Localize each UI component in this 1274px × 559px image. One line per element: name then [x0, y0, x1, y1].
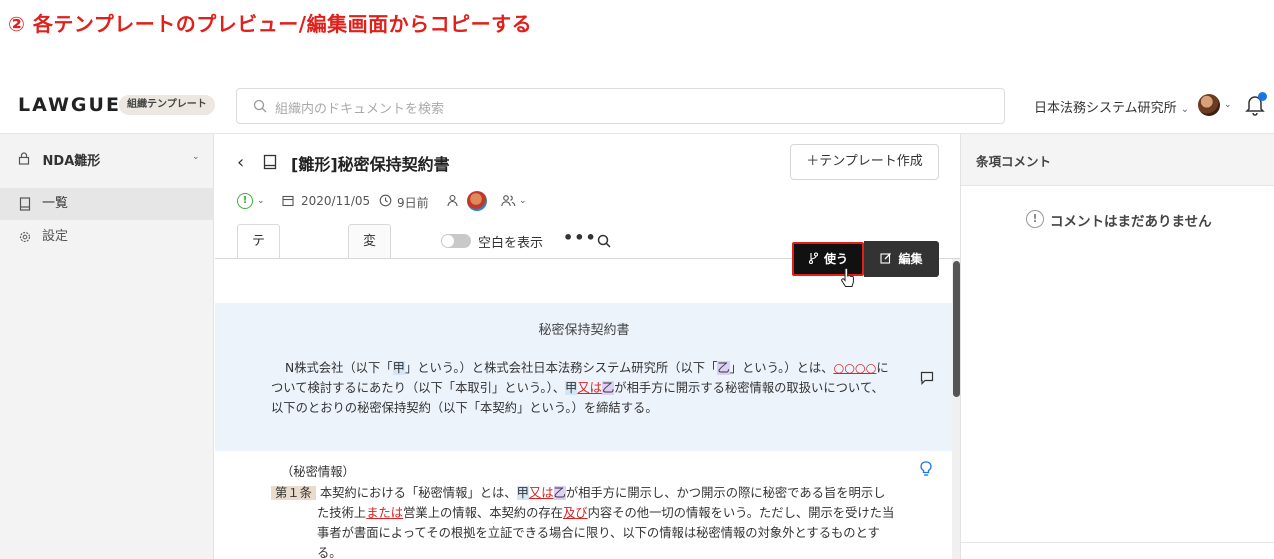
- document-main: ‹ [雛形]秘密保持契約書 ＋テンプレート作成 ! ⌄ 2020/11/05 9…: [215, 134, 960, 559]
- sidebar-item-list[interactable]: 一覧: [0, 188, 214, 220]
- sidebar-item-settings[interactable]: 設定: [0, 221, 214, 253]
- blank-placeholder: ○○○○: [833, 361, 877, 375]
- document-scrollbar[interactable]: [952, 259, 960, 559]
- top-bar: LAWGUE 組織テンプレート 組織内のドキュメントを検索 日本法務システム研究…: [0, 78, 1274, 134]
- more-icon[interactable]: •••: [563, 228, 597, 247]
- article-caption: （秘密情報）: [281, 465, 355, 479]
- preamble-text: N株式会社（以下「: [285, 361, 393, 375]
- sidebar: NDA雛形 ⌄ 一覧 設定: [0, 134, 214, 559]
- chevron-down-icon[interactable]: ⌄: [257, 196, 265, 206]
- preamble-text: 」という。）と株式会社日本法務システム研究所（以下「: [404, 361, 718, 375]
- conjunction-term: 及び: [562, 506, 588, 520]
- status-icon[interactable]: !: [237, 193, 253, 209]
- project-selector[interactable]: NDA雛形: [18, 150, 100, 169]
- scrollbar-thumb[interactable]: [953, 261, 960, 397]
- users-icon[interactable]: [501, 194, 516, 207]
- party-a-term: 甲: [516, 486, 529, 500]
- document-heading: 秘密保持契約書: [538, 323, 630, 338]
- chevron-down-icon[interactable]: ⌄: [519, 196, 527, 206]
- clause-comments-panel: 条項コメント ! コメントはまだありません: [960, 134, 1274, 559]
- comment-icon[interactable]: [920, 371, 934, 385]
- party-a-term: 甲: [565, 381, 578, 395]
- empty-comments-message: コメントはまだありません: [1050, 214, 1212, 230]
- use-button-label: 使う: [823, 252, 848, 266]
- calendar-icon: [282, 195, 294, 207]
- chevron-down-icon[interactable]: ⌄: [192, 152, 200, 162]
- panel-divider: [961, 542, 1274, 543]
- party-b-term: 乙: [601, 381, 615, 395]
- article-text: 営業上の情報、本契約の存在: [403, 506, 563, 520]
- tab-template[interactable]: テンプレート: [237, 224, 281, 414]
- instruction-caption: ② 各テンプレートのプレビュー/編集画面からコピーする: [8, 12, 533, 36]
- article-text: 本契約における「秘密情報」とは、: [319, 486, 517, 500]
- org-name: 日本法務システム研究所: [1034, 101, 1177, 116]
- project-name: NDA雛形: [42, 154, 101, 169]
- party-a-term: 甲: [392, 361, 405, 375]
- conjunction-term: 又は: [528, 486, 554, 500]
- comments-header: 条項コメント: [961, 134, 1274, 186]
- article-number: 第１条: [271, 486, 316, 500]
- info-icon: !: [1026, 210, 1044, 228]
- article-1-clause[interactable]: 第１条 本契約における「秘密情報」とは、甲又は乙が相手方に開示し、かつ開示の際に…: [271, 483, 896, 559]
- party-b-term: 乙: [553, 486, 566, 500]
- edit-button[interactable]: 編集: [864, 241, 939, 277]
- user-avatar[interactable]: [1198, 94, 1220, 116]
- lock-icon: [18, 152, 30, 165]
- branch-icon: [808, 252, 819, 265]
- sidebar-item-label: 一覧: [42, 196, 69, 211]
- chevron-down-icon[interactable]: ⌄: [1224, 100, 1232, 110]
- create-template-button[interactable]: ＋テンプレート作成: [790, 144, 939, 180]
- clock-icon: [379, 194, 392, 207]
- comments-title: 条項コメント: [976, 154, 1052, 169]
- preamble-clause[interactable]: N株式会社（以下「甲」という。）と株式会社日本法務システム研究所（以下「乙」とい…: [271, 358, 896, 418]
- owner-avatar[interactable]: [467, 191, 487, 211]
- gear-icon: [19, 231, 31, 243]
- updated-relative: 9日前: [397, 196, 429, 210]
- tab-history[interactable]: 変更履歴: [348, 224, 392, 348]
- show-blank-toggle[interactable]: [441, 234, 471, 248]
- show-blank-label: 空白を表示: [478, 236, 544, 251]
- created-date: 2020/11/05: [301, 194, 371, 208]
- party-b-term: 乙: [717, 361, 730, 375]
- edit-button-label: 編集: [898, 252, 923, 266]
- back-button[interactable]: ‹: [237, 152, 244, 173]
- conjunction-term: 又は: [577, 381, 602, 395]
- document-icon: [263, 154, 277, 170]
- app-logo[interactable]: LAWGUE: [18, 94, 121, 116]
- search-icon[interactable]: [597, 234, 611, 248]
- conjunction-term: または: [366, 506, 404, 520]
- hand-cursor-icon: [841, 268, 854, 287]
- search-placeholder: 組織内のドキュメントを検索: [275, 102, 445, 117]
- document-body: 秘密保持契約書 N株式会社（以下「甲」という。）と株式会社日本法務システム研究所…: [215, 259, 953, 559]
- search-input[interactable]: 組織内のドキュメントを検索: [236, 88, 1005, 124]
- org-template-badge: 組織テンプレート: [119, 95, 215, 115]
- document-icon: [19, 197, 31, 211]
- sidebar-item-label: 設定: [42, 229, 69, 244]
- document-title: [雛形]秘密保持契約書: [291, 155, 450, 174]
- notification-dot: [1258, 92, 1267, 101]
- edit-icon: [880, 253, 892, 264]
- org-switcher[interactable]: 日本法務システム研究所 ⌄: [1034, 97, 1189, 116]
- lightbulb-icon[interactable]: [920, 461, 932, 477]
- search-icon: [253, 99, 267, 113]
- user-icon: [447, 194, 458, 207]
- chevron-down-icon: ⌄: [1180, 104, 1190, 115]
- preamble-text: 」という。）とは、: [729, 361, 834, 375]
